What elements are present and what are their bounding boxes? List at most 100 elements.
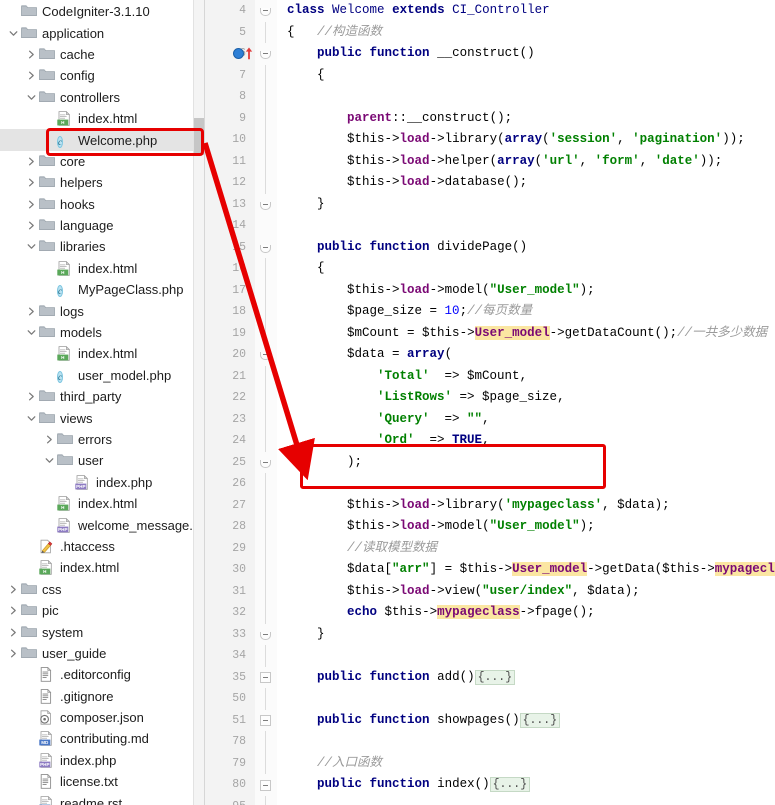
tree-item-config[interactable]: config (0, 65, 204, 86)
fold-marker-cell[interactable] (255, 258, 277, 280)
fold-marker-cell[interactable] (255, 645, 277, 667)
chevron-down-icon[interactable] (24, 328, 39, 337)
code-line[interactable]: 16 { (205, 258, 775, 280)
fold-marker-cell[interactable] (255, 623, 277, 645)
tree-item-views[interactable]: views (0, 407, 204, 428)
chevron-right-icon[interactable] (24, 71, 39, 80)
chevron-right-icon[interactable] (6, 649, 21, 658)
chevron-right-icon[interactable] (6, 585, 21, 594)
code-line[interactable]: 6 public function __construct() (205, 43, 775, 65)
code-line[interactable]: 29 //读取模型数据 (205, 537, 775, 559)
fold-toggle-icon[interactable] (260, 631, 271, 640)
tree-item-license-txt[interactable]: license.txt (0, 771, 204, 792)
code-line[interactable]: 51 public function showpages() {...} (205, 709, 775, 731)
tree-item-welcome-php[interactable]: c Welcome.php (0, 129, 204, 151)
tree-item-index-html[interactable]: Hindex.html (0, 493, 204, 514)
fold-marker-cell[interactable] (255, 602, 277, 624)
tree-item-contributing-md[interactable]: MD contributing.md (0, 728, 204, 749)
fold-marker-cell[interactable] (255, 21, 277, 43)
code-line[interactable]: 17 $this->load->model("User_model"); (205, 279, 775, 301)
tree-item-readme-rst[interactable]: RST readme.rst (0, 792, 204, 805)
fold-marker-cell[interactable] (255, 0, 277, 22)
code-line[interactable]: 18 $page_size = 10;//每页数量 (205, 301, 775, 323)
tree-item-index-html[interactable]: Hindex.html (0, 258, 204, 279)
tree-item-user-model-php[interactable]: c user_model.php (0, 365, 204, 386)
fold-toggle-icon[interactable] (260, 779, 271, 791)
code-line[interactable]: 13 } (205, 193, 775, 215)
fold-toggle-icon[interactable] (260, 244, 271, 253)
folded-block[interactable]: {...} (489, 777, 531, 792)
fold-marker-cell[interactable] (255, 774, 277, 796)
fold-marker-cell[interactable] (255, 193, 277, 215)
code-line[interactable]: 27 $this->load->library('mypageclass', $… (205, 494, 775, 516)
code-editor[interactable]: 4 class Welcome extends CI_Controller 5 { /… (205, 0, 775, 805)
chevron-right-icon[interactable] (24, 200, 39, 209)
tree-item-composer-json[interactable]: composer.json (0, 707, 204, 728)
fold-toggle-icon[interactable] (260, 715, 271, 726)
folded-block[interactable]: {...} (519, 712, 561, 728)
tree-item-welcome-message-ph[interactable]: PHP welcome_message.ph (0, 514, 204, 535)
chevron-down-icon[interactable] (24, 93, 39, 102)
tree-item--gitignore[interactable]: .gitignore (0, 686, 204, 707)
tree-item-pic[interactable]: pic (0, 600, 204, 621)
code-line[interactable]: 4 class Welcome extends CI_Controller (205, 0, 775, 22)
fold-marker-cell[interactable] (255, 322, 277, 344)
tree-item--editorconfig[interactable]: .editorconfig (0, 664, 204, 685)
file-tree-scrollbar-track[interactable] (193, 0, 204, 805)
tree-item-index-html[interactable]: Hindex.html (0, 557, 204, 578)
chevron-right-icon[interactable] (6, 606, 21, 615)
code-line[interactable]: 7 { (205, 64, 775, 86)
tree-item-third-party[interactable]: third_party (0, 386, 204, 407)
code-line[interactable]: 32 echo $this->mypageclass->fpage(); (205, 602, 775, 624)
tree-item-css[interactable]: css (0, 579, 204, 600)
fold-marker-cell[interactable] (255, 451, 277, 473)
code-line[interactable]: 31 $this->load->view("user/index", $data… (205, 580, 775, 602)
fold-marker-cell[interactable] (255, 43, 277, 65)
fold-marker-cell[interactable] (255, 408, 277, 430)
fold-toggle-icon[interactable] (260, 201, 271, 210)
tree-item-system[interactable]: system (0, 621, 204, 642)
tree-item-logs[interactable]: logs (0, 300, 204, 321)
code-line[interactable]: 25 ); (205, 451, 775, 473)
fold-marker-cell[interactable] (255, 279, 277, 301)
fold-marker-cell[interactable] (255, 430, 277, 452)
tree-item-index-html[interactable]: Hindex.html (0, 108, 204, 129)
code-line[interactable]: 78 (205, 731, 775, 753)
code-line[interactable]: 95 (205, 795, 775, 805)
fold-marker-cell[interactable] (255, 709, 277, 731)
fold-marker-cell[interactable] (255, 387, 277, 409)
breakpoint-icon[interactable] (233, 48, 244, 59)
code-line[interactable]: 11 $this->load->helper(array('url', 'for… (205, 150, 775, 172)
fold-marker-cell[interactable] (255, 365, 277, 387)
tree-item-errors[interactable]: errors (0, 429, 204, 450)
file-tree-panel[interactable]: CodeIgniter-3.1.10 application cache config… (0, 0, 205, 805)
file-tree-scrollbar-thumb[interactable] (194, 118, 204, 155)
fold-marker-cell[interactable] (255, 666, 277, 688)
fold-marker-cell[interactable] (255, 537, 277, 559)
fold-marker-cell[interactable] (255, 107, 277, 129)
tree-item-codeigniter-3-1-10[interactable]: CodeIgniter-3.1.10 (0, 1, 204, 22)
tree-item-index-php[interactable]: PHP index.php (0, 472, 204, 493)
code-line[interactable]: 9 parent::__construct(); (205, 107, 775, 129)
code-line[interactable]: 12 $this->load->database(); (205, 172, 775, 194)
tree-item-hooks[interactable]: hooks (0, 194, 204, 215)
fold-toggle-icon[interactable] (260, 51, 271, 59)
code-line[interactable]: 19 $mCount = $this->User_model->getDataC… (205, 322, 775, 344)
fold-marker-cell[interactable] (255, 752, 277, 774)
chevron-down-icon[interactable] (24, 414, 39, 423)
tree-item-application[interactable]: application (0, 22, 204, 43)
folded-block[interactable]: {...} (474, 669, 516, 685)
chevron-right-icon[interactable] (24, 50, 39, 59)
fold-marker-cell[interactable] (255, 559, 277, 581)
chevron-right-icon[interactable] (24, 157, 39, 166)
fold-marker-cell[interactable] (255, 236, 277, 258)
fold-toggle-icon[interactable] (260, 672, 271, 683)
fold-marker-cell[interactable] (255, 150, 277, 172)
code-line[interactable]: 24 'Ord' => TRUE, (205, 430, 775, 452)
tree-item--htaccess[interactable]: .htaccess (0, 536, 204, 557)
code-line[interactable]: 28 $this->load->model("User_model"); (205, 516, 775, 538)
code-line[interactable]: 23 'Query' => "", (205, 408, 775, 430)
fold-marker-cell[interactable] (255, 344, 277, 366)
tree-item-controllers[interactable]: controllers (0, 87, 204, 108)
tree-item-user-guide[interactable]: user_guide (0, 643, 204, 664)
